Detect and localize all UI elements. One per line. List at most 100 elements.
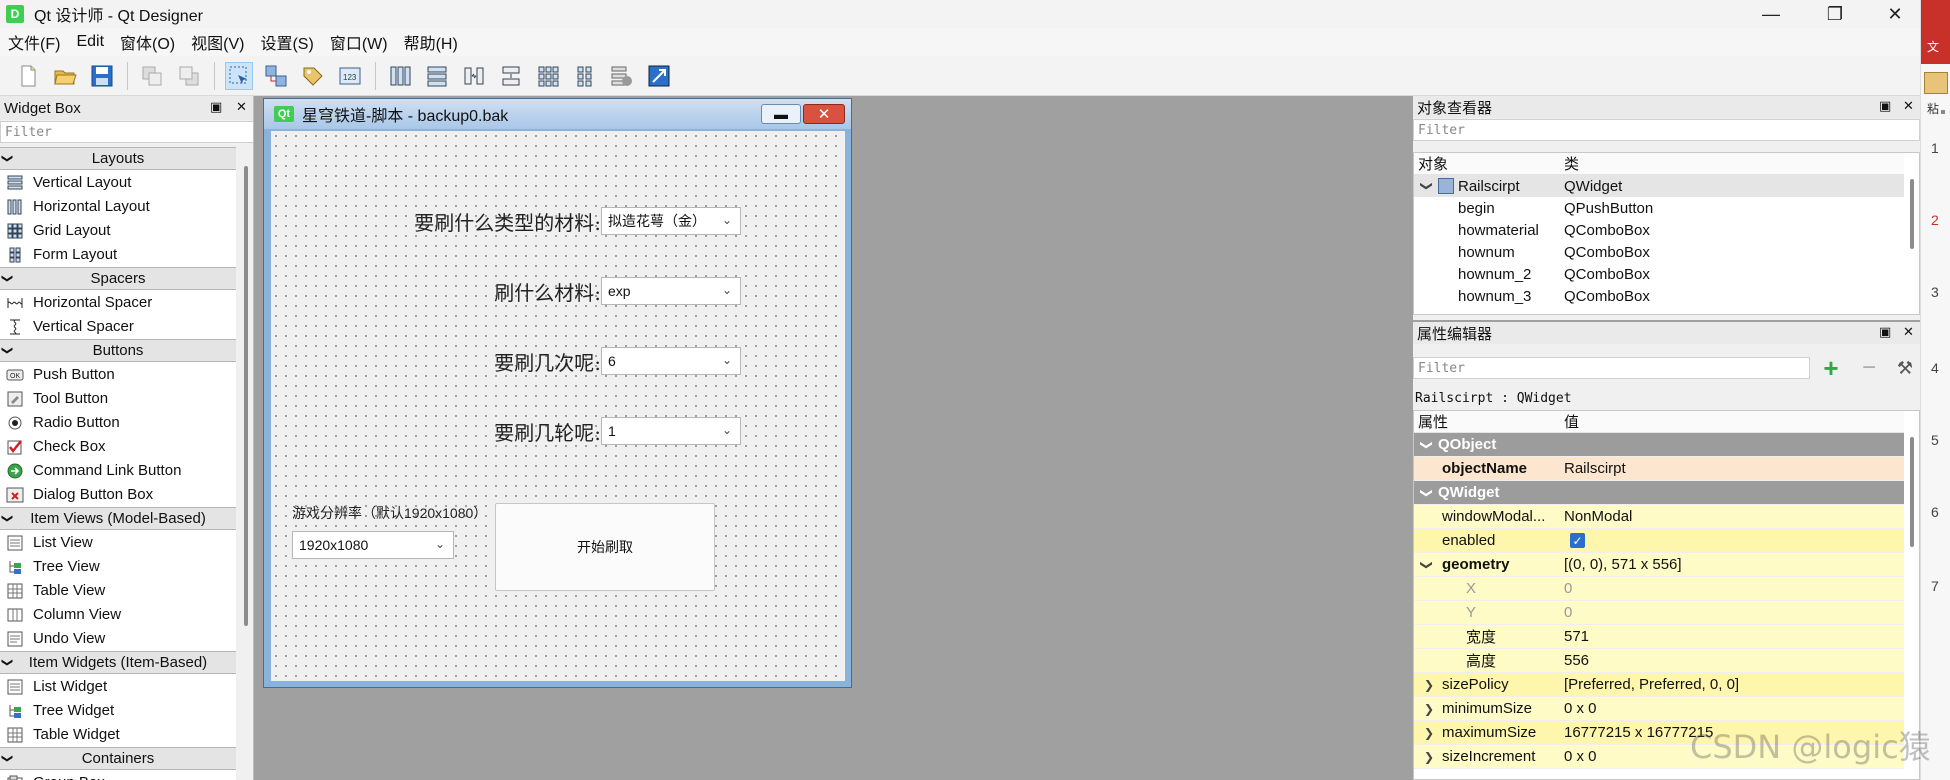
widget-item[interactable]: OK Push Button: [0, 363, 236, 386]
widget-item[interactable]: Radio Button: [0, 411, 236, 434]
widget-item[interactable]: Horizontal Layout: [0, 195, 236, 218]
widget-item[interactable]: Vertical Layout: [0, 171, 236, 194]
send-to-back-icon[interactable]: [138, 62, 166, 90]
layout-h-splitter-icon[interactable]: [460, 62, 488, 90]
break-layout-icon[interactable]: [608, 62, 636, 90]
widget-item[interactable]: Table View: [0, 579, 236, 602]
property-row[interactable]: ❯ QObject: [1414, 433, 1904, 457]
edit-buddies-icon[interactable]: [299, 62, 327, 90]
chevron-right-icon[interactable]: ❯: [1424, 678, 1434, 692]
widget-item[interactable]: Dialog Button Box: [0, 483, 236, 506]
object-tree-row[interactable]: howmaterial QComboBox: [1414, 219, 1904, 241]
material-type-combobox[interactable]: 拟造花萼（金） ⌄: [601, 207, 741, 235]
layout-v-splitter-icon[interactable]: [497, 62, 525, 90]
object-tree-scrollbar[interactable]: [1910, 179, 1914, 249]
widget-item[interactable]: List Widget: [0, 675, 236, 698]
edit-signals-slots-icon[interactable]: [262, 62, 290, 90]
start-button[interactable]: 开始刷取: [495, 503, 715, 591]
property-row[interactable]: 高度 556: [1414, 649, 1904, 673]
widget-box-scrollbar[interactable]: [244, 166, 248, 626]
chevron-down-icon[interactable]: ❯: [1420, 440, 1434, 450]
chevron-down-icon[interactable]: ❯: [1420, 488, 1434, 498]
widget-category[interactable]: ❯ Buttons: [0, 339, 236, 362]
close-button[interactable]: ✕: [1870, 0, 1920, 28]
open-icon[interactable]: [51, 62, 79, 90]
property-row[interactable]: windowModal... NonModal: [1414, 505, 1904, 529]
widget-item[interactable]: Tree View: [0, 555, 236, 578]
close-icon[interactable]: ✕: [1903, 98, 1914, 114]
adjust-size-icon[interactable]: [645, 62, 673, 90]
property-row[interactable]: 宽度 571: [1414, 625, 1904, 649]
form-minimize-button[interactable]: ▬: [761, 104, 801, 124]
widget-item[interactable]: Undo View: [0, 627, 236, 650]
layout-horizontal-icon[interactable]: [386, 62, 414, 90]
layout-form-icon[interactable]: [571, 62, 599, 90]
edit-widgets-icon[interactable]: [225, 61, 253, 90]
property-filter-input[interactable]: Filter: [1413, 357, 1810, 379]
object-tree-row[interactable]: hownum_2 QComboBox: [1414, 263, 1904, 285]
object-tree-row[interactable]: hownum_3 QComboBox: [1414, 285, 1904, 307]
chevron-down-icon[interactable]: ❯: [1420, 560, 1434, 570]
save-icon[interactable]: [88, 62, 116, 90]
float-icon[interactable]: ▣: [1879, 324, 1891, 340]
paste-icon[interactable]: [1924, 72, 1948, 94]
resolution-combobox[interactable]: 1920x1080 ⌄: [292, 531, 454, 559]
widget-item[interactable]: Check Box: [0, 435, 236, 458]
chevron-right-icon[interactable]: ❯: [1424, 750, 1434, 764]
class-column-header[interactable]: 类: [1564, 153, 1579, 174]
menu-file[interactable]: 文件(F): [8, 30, 60, 54]
widget-item[interactable]: Grid Layout: [0, 219, 236, 242]
property-column-header[interactable]: 属性: [1418, 411, 1448, 432]
widget-box-filter-input[interactable]: Filter: [0, 121, 253, 143]
object-inspector-filter-input[interactable]: Filter: [1413, 119, 1920, 141]
widget-category[interactable]: ❯ Containers: [0, 747, 236, 770]
property-row[interactable]: Y0: [1414, 601, 1904, 625]
minimize-button[interactable]: —: [1746, 0, 1796, 28]
widget-item[interactable]: Form Layout: [0, 243, 236, 266]
object-tree-row[interactable]: begin QPushButton: [1414, 197, 1904, 219]
layout-vertical-icon[interactable]: [423, 62, 451, 90]
object-tree-row[interactable]: ❯ Railscirpt QWidget: [1414, 175, 1904, 197]
remove-dynamic-property-icon[interactable]: −: [1855, 354, 1883, 381]
chevron-down-icon[interactable]: ❯: [1420, 181, 1434, 191]
form-canvas[interactable]: 要刷什么类型的材料: 拟造花萼（金） ⌄ 刷什么材料: exp ⌄ 要刷几次呢:…: [271, 131, 845, 681]
rounds-combobox[interactable]: 1 ⌄: [601, 417, 741, 445]
property-row[interactable]: enabled ✓: [1414, 529, 1904, 553]
new-form-icon[interactable]: [14, 62, 42, 90]
widget-category[interactable]: ❯ Layouts: [0, 147, 236, 170]
widget-item[interactable]: Tool Button: [0, 387, 236, 410]
menu-edit[interactable]: Edit: [76, 33, 104, 51]
widget-category[interactable]: ❯ Item Views (Model-Based): [0, 507, 236, 530]
widget-item[interactable]: Group Box: [0, 771, 236, 780]
widget-item[interactable]: Vertical Spacer: [0, 315, 236, 338]
widget-item[interactable]: Column View: [0, 603, 236, 626]
close-icon[interactable]: ✕: [1903, 324, 1914, 340]
widget-category[interactable]: ❯ Item Widgets (Item-Based): [0, 651, 236, 674]
edit-tab-order-icon[interactable]: 123: [336, 62, 364, 90]
widget-category[interactable]: ❯ Spacers: [0, 267, 236, 290]
menu-window[interactable]: 窗口(W): [330, 30, 388, 54]
add-dynamic-property-icon[interactable]: +: [1817, 353, 1845, 383]
widget-item[interactable]: Tree Widget: [0, 699, 236, 722]
times-combobox[interactable]: 6 ⌄: [601, 347, 741, 375]
widget-item[interactable]: List View: [0, 531, 236, 554]
property-table-scrollbar[interactable]: [1910, 437, 1914, 547]
menu-settings[interactable]: 设置(S): [260, 30, 313, 54]
menu-view[interactable]: 视图(V): [191, 30, 244, 54]
property-row[interactable]: X0: [1414, 577, 1904, 601]
menu-help[interactable]: 帮助(H): [404, 30, 458, 54]
close-icon[interactable]: ✕: [236, 99, 247, 115]
property-row[interactable]: ❯ QWidget: [1414, 481, 1904, 505]
chevron-right-icon[interactable]: ❯: [1424, 726, 1434, 740]
chevron-right-icon[interactable]: ❯: [1424, 702, 1434, 716]
bring-to-front-icon[interactable]: [175, 62, 203, 90]
property-row[interactable]: ❯ geometry [(0, 0), 571 x 556]: [1414, 553, 1904, 577]
restore-button[interactable]: ❐: [1810, 0, 1860, 28]
widget-item[interactable]: Table Widget: [0, 723, 236, 746]
material-combobox[interactable]: exp ⌄: [601, 277, 741, 305]
property-row[interactable]: ❯ sizePolicy [Preferred, Preferred, 0, 0]: [1414, 673, 1904, 697]
float-icon[interactable]: ▣: [1879, 98, 1891, 114]
object-column-header[interactable]: 对象: [1418, 153, 1448, 174]
widget-item[interactable]: Command Link Button: [0, 459, 236, 482]
object-tree-row[interactable]: hownum QComboBox: [1414, 241, 1904, 263]
